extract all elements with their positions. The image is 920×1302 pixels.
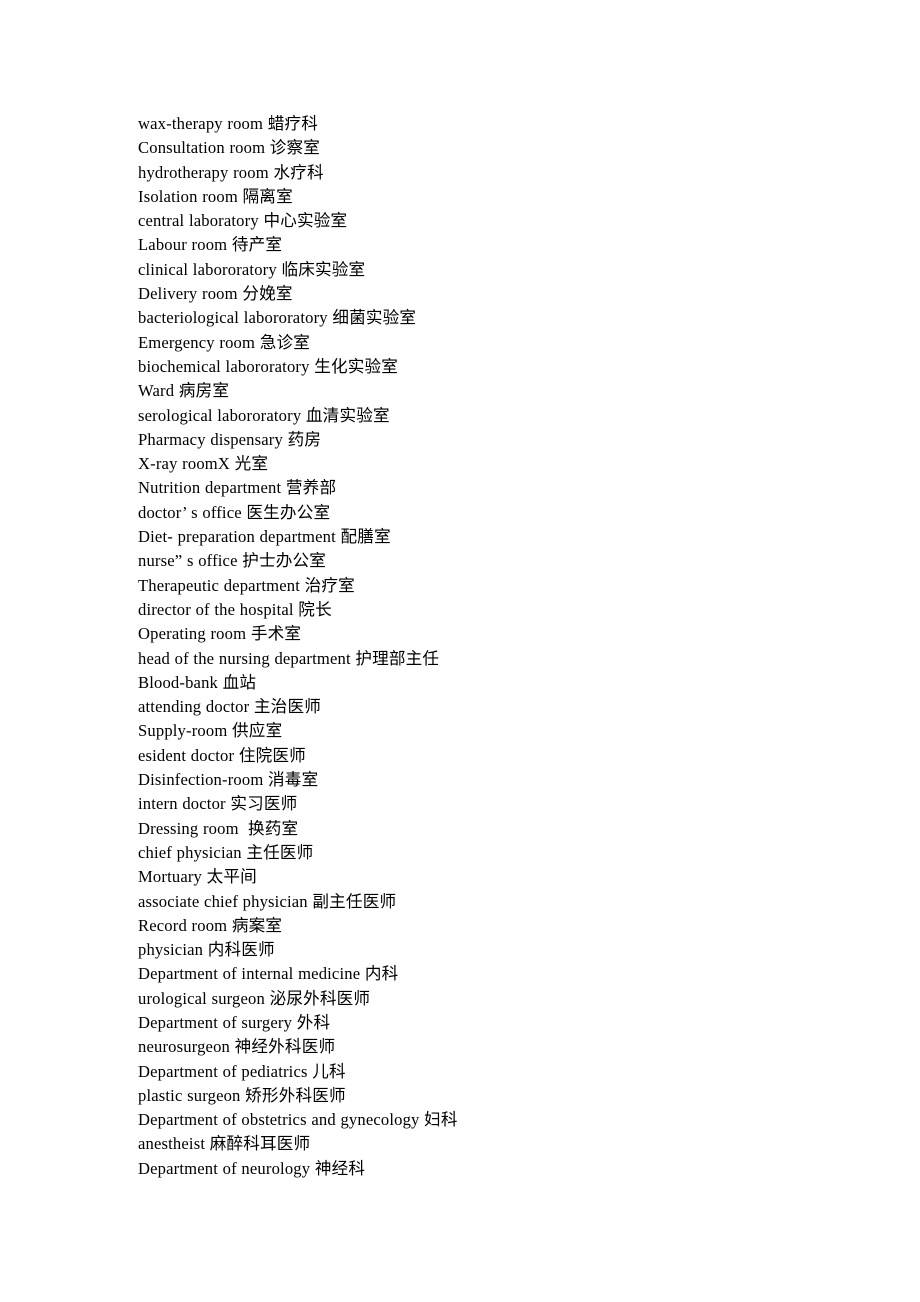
glossary-line: bacteriological labororatory 细菌实验室 [138,308,417,328]
glossary-line: Labour room 待产室 [138,235,283,255]
glossary-line: clinical labororatory 临床实验室 [138,259,366,279]
glossary-line: Consultation room 诊察室 [138,138,321,158]
glossary-line: Department of neurology 神经科 [138,1158,366,1178]
glossary-line: nurse” s office 护士办公室 [138,551,327,571]
glossary-line: plastic surgeon 矫形外科医师 [138,1085,346,1105]
glossary-line: attending doctor 主治医师 [138,697,321,717]
glossary-line: Diet- preparation department 配膳室 [138,527,391,547]
glossary-line: wax-therapy room 蜡疗科 [138,114,319,133]
glossary-line: Blood-bank 血站 [138,672,257,692]
glossary-line: esident doctor 住院医师 [138,745,306,765]
glossary-line: biochemical labororatory 生化实验室 [138,356,399,376]
glossary-line: anestheist 麻醉科耳医师 [138,1134,311,1154]
glossary-line: physician 内科医师 [138,940,275,960]
glossary-line: serological labororatory 血清实验室 [138,405,390,425]
glossary-line: Nutrition department 营养部 [138,478,337,498]
glossary-line: director of the hospital 院长 [138,599,332,619]
glossary-line: Dressing room 换药室 [138,818,299,838]
glossary-line: hydrotherapy room 水疗科 [138,162,324,182]
glossary-line: central laboratory 中心实验室 [138,211,348,231]
glossary-line: doctor’ s office 医生办公室 [138,502,331,522]
glossary-line: urological surgeon 泌尿外科医师 [138,988,371,1008]
glossary-line: Mortuary 太平间 [138,867,257,887]
glossary-line: Department of surgery 外科 [138,1012,331,1032]
glossary-line: Pharmacy dispensary 药房 [138,429,322,449]
document-page: wax-therapy room 蜡疗科 Consultation room 诊… [0,0,920,1302]
glossary-line: Department of internal medicine 内科 [138,964,399,984]
glossary-line: Ward 病房室 [138,381,230,401]
glossary-line: Supply-room 供应室 [138,721,283,741]
glossary-line: X-ray roomX 光室 [138,454,269,474]
glossary-line: Department of pediatrics 儿科 [138,1061,346,1081]
glossary-line: Disinfection-room 消毒室 [138,770,319,790]
glossary-line: neurosurgeon 神经外科医师 [138,1037,336,1057]
glossary-line: Department of obstetrics and gynecology … [138,1110,458,1130]
glossary-line: Delivery room 分娩室 [138,284,293,304]
glossary-line: chief physician 主任医师 [138,842,314,862]
glossary-line: Isolation room 隔离室 [138,186,293,206]
glossary-line: Emergency room 急诊室 [138,332,311,352]
glossary-line: Therapeutic department 治疗室 [138,575,355,595]
glossary-list: wax-therapy room 蜡疗科 Consultation room 诊… [138,112,838,1181]
glossary-line: intern doctor 实习医师 [138,794,298,814]
glossary-line: head of the nursing department 护理部主任 [138,648,440,668]
glossary-line: Record room 病案室 [138,915,283,935]
glossary-line: associate chief physician 副主任医师 [138,891,397,911]
glossary-line: Operating room 手术室 [138,624,302,644]
